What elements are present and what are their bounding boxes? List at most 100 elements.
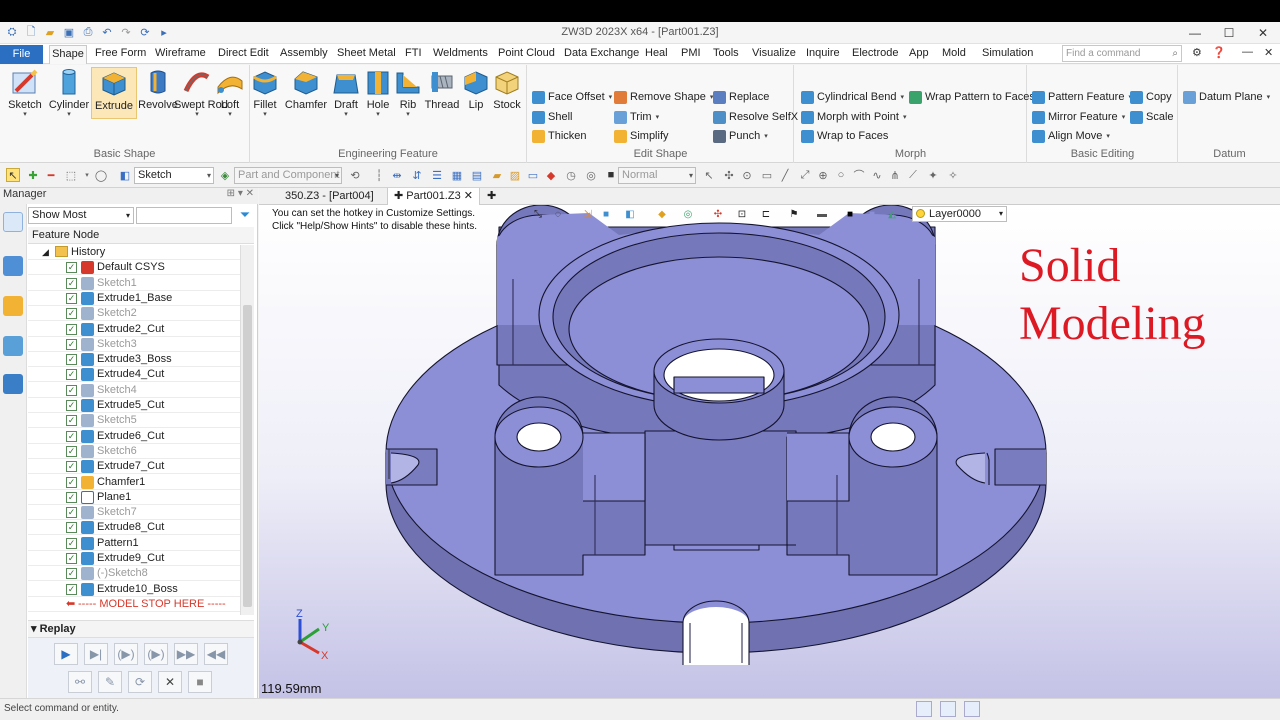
mirror-feature-button[interactable]: Mirror Feature ▾ bbox=[1032, 108, 1125, 126]
tree-node[interactable]: ✓ Sketch1 bbox=[28, 276, 240, 291]
align-icon[interactable]: ⇹ bbox=[390, 168, 404, 182]
tab-assembly[interactable]: Assembly bbox=[276, 46, 332, 60]
datum-plane-button[interactable]: Datum Plane ▾ bbox=[1183, 88, 1270, 106]
bisect-icon[interactable]: ⋔ bbox=[888, 168, 902, 182]
visibility-checkbox[interactable]: ✓ bbox=[66, 338, 77, 350]
tree-node[interactable]: ✓ Extrude2_Cut bbox=[28, 322, 240, 337]
visibility-checkbox[interactable]: ✓ bbox=[66, 537, 77, 549]
help-icon[interactable]: ❓ bbox=[1212, 46, 1226, 59]
part-view-icon[interactable] bbox=[3, 296, 23, 316]
delete-icon[interactable]: ✕ bbox=[158, 671, 182, 693]
visibility-checkbox[interactable]: ✓ bbox=[66, 400, 77, 411]
visibility-checkbox[interactable]: ✓ bbox=[66, 430, 77, 442]
tree-node[interactable]: ✓ Extrude5_Cut bbox=[28, 398, 240, 413]
step-icon[interactable]: (▶) bbox=[114, 643, 138, 665]
tab-electrode[interactable]: Electrode bbox=[848, 46, 902, 60]
mode-dropdown[interactable]: Normal ▾ bbox=[618, 167, 696, 184]
tab-free-form[interactable]: Free Form bbox=[91, 46, 150, 60]
image-icon[interactable]: ▨ bbox=[508, 168, 522, 182]
minimize-ribbon-icon[interactable]: — bbox=[1242, 46, 1253, 58]
fillet-button[interactable]: Fillet ▾ bbox=[242, 67, 288, 119]
3d-viewport[interactable]: Z Y X You can set the hotkey in Customiz… bbox=[259, 205, 1280, 698]
tree-node[interactable]: ✓ Extrude10_Boss bbox=[28, 582, 240, 597]
visibility-checkbox[interactable]: ✓ bbox=[66, 384, 77, 396]
tree-node[interactable]: ✓ Sketch3 bbox=[28, 337, 240, 352]
close-icon[interactable]: ✕ bbox=[461, 190, 473, 202]
line-icon[interactable]: ╱ bbox=[778, 168, 792, 182]
punch-button[interactable]: Punch ▾ bbox=[713, 127, 768, 145]
tab-app[interactable]: App bbox=[905, 46, 933, 60]
diagonal-icon[interactable]: ⤢ bbox=[798, 168, 812, 182]
resolve-selfx-button[interactable]: Resolve SelfX bbox=[713, 108, 798, 126]
visibility-checkbox[interactable]: ✓ bbox=[66, 308, 77, 320]
tab-inquire[interactable]: Inquire bbox=[802, 46, 844, 60]
tree-node[interactable]: ✓ Extrude7_Cut bbox=[28, 459, 240, 475]
status-list-icon[interactable] bbox=[964, 701, 980, 717]
flag-icon[interactable]: ⚑ bbox=[787, 207, 801, 221]
copy-button[interactable]: Copy bbox=[1130, 88, 1172, 106]
tree-node[interactable]: ✓ (-)Sketch8 bbox=[28, 566, 240, 582]
sketch-button[interactable]: Sketch ▾ bbox=[2, 67, 48, 119]
tree-node[interactable]: ✓ Extrude6_Cut bbox=[28, 429, 240, 444]
regen-icon[interactable]: ⟳ bbox=[128, 671, 152, 693]
list-icon[interactable]: ☰ bbox=[430, 168, 444, 182]
wrap-to-faces-button[interactable]: Wrap to Faces bbox=[801, 127, 888, 145]
tab-direct-edit[interactable]: Direct Edit bbox=[214, 46, 273, 60]
layer-settings-icon[interactable]: ◭ bbox=[885, 207, 899, 221]
user-view-icon[interactable] bbox=[3, 374, 23, 394]
grid-icon[interactable]: ▤ bbox=[470, 168, 484, 182]
minimize-icon[interactable]: — bbox=[1178, 22, 1212, 44]
new-tab-icon[interactable]: ✚ bbox=[481, 188, 502, 205]
marker-icon[interactable]: ◆ bbox=[544, 168, 558, 182]
replace-button[interactable]: Replace bbox=[713, 88, 769, 106]
tree-scrollbar[interactable] bbox=[240, 245, 254, 615]
trim-button[interactable]: Trim ▾ bbox=[614, 108, 659, 126]
arc-icon[interactable]: ⌒ bbox=[852, 168, 866, 182]
tab-tools[interactable]: Tools bbox=[709, 46, 743, 60]
lasso-icon[interactable]: ◯ bbox=[94, 168, 108, 182]
assembly-view-icon[interactable] bbox=[3, 256, 23, 276]
pan-view-icon[interactable]: ⇲ bbox=[581, 207, 595, 221]
tree-node[interactable]: ✓ Sketch7 bbox=[28, 505, 240, 521]
cylindrical-bend-button[interactable]: Cylindrical Bend ▾ bbox=[801, 88, 904, 106]
tree-node[interactable]: ✓ Default CSYS bbox=[28, 260, 240, 276]
tree-node[interactable]: ✓ Sketch5 bbox=[28, 413, 240, 429]
display-mode-icon[interactable]: ◆ bbox=[655, 207, 669, 221]
visibility-checkbox[interactable]: ✓ bbox=[66, 277, 77, 289]
settings-icon[interactable]: ⚙ bbox=[1192, 46, 1202, 59]
step-forward-icon[interactable]: ▶| bbox=[84, 643, 108, 665]
funnel-icon[interactable]: ⏷ bbox=[236, 207, 254, 224]
filter-dropdown[interactable]: Sketch ▾ bbox=[134, 167, 214, 184]
layer-dropdown[interactable]: Layer0000 ▾ bbox=[912, 206, 1007, 222]
step-loop-icon[interactable]: (▶) bbox=[144, 643, 168, 665]
pick-arrow-icon[interactable]: ↖ bbox=[6, 168, 20, 182]
visibility-checkbox[interactable]: ✓ bbox=[66, 491, 77, 503]
simplify-button[interactable]: Simplify bbox=[614, 127, 669, 145]
tree-node[interactable]: ✓ Extrude4_Cut bbox=[28, 367, 240, 383]
shaded-view-icon[interactable]: ■ bbox=[599, 207, 613, 221]
frame-icon[interactable]: ▭ bbox=[760, 168, 774, 182]
tab-point-cloud[interactable]: Point Cloud bbox=[494, 46, 559, 60]
close-icon[interactable]: ✕ bbox=[1246, 22, 1280, 44]
remove-icon[interactable]: ━ bbox=[44, 168, 58, 182]
snap-icon[interactable]: ✦ bbox=[926, 168, 940, 182]
tab-shape[interactable]: Shape bbox=[49, 45, 87, 64]
distribute-icon[interactable]: ⇵ bbox=[410, 168, 424, 182]
visibility-checkbox[interactable]: ✓ bbox=[66, 445, 77, 457]
fit-view-icon[interactable]: ⤡ bbox=[531, 207, 545, 221]
visibility-checkbox[interactable]: ✓ bbox=[66, 323, 77, 335]
visibility-checkbox[interactable]: ✓ bbox=[66, 553, 77, 564]
pin-icon[interactable]: ⊞ ▾ ✕ bbox=[227, 188, 254, 199]
scope-dropdown[interactable]: Part and Component ▾ bbox=[234, 167, 342, 184]
rewind-icon[interactable]: ◀◀ bbox=[204, 643, 228, 665]
chevron-down-icon[interactable]: ▾ bbox=[80, 168, 94, 182]
status-grid-icon[interactable] bbox=[916, 701, 932, 717]
snap2-icon[interactable]: ✧ bbox=[946, 168, 960, 182]
circle-icon[interactable]: ○ bbox=[834, 168, 848, 182]
doc-icon[interactable]: ▭ bbox=[526, 168, 540, 182]
tree-node[interactable]: ✓ Sketch6 bbox=[28, 444, 240, 459]
tab-wireframe[interactable]: Wireframe bbox=[151, 46, 210, 60]
thicken-button[interactable]: Thicken bbox=[532, 127, 587, 145]
tree-node[interactable]: ✓ Plane1 bbox=[28, 490, 240, 505]
curve-icon[interactable]: ∿ bbox=[870, 168, 884, 182]
